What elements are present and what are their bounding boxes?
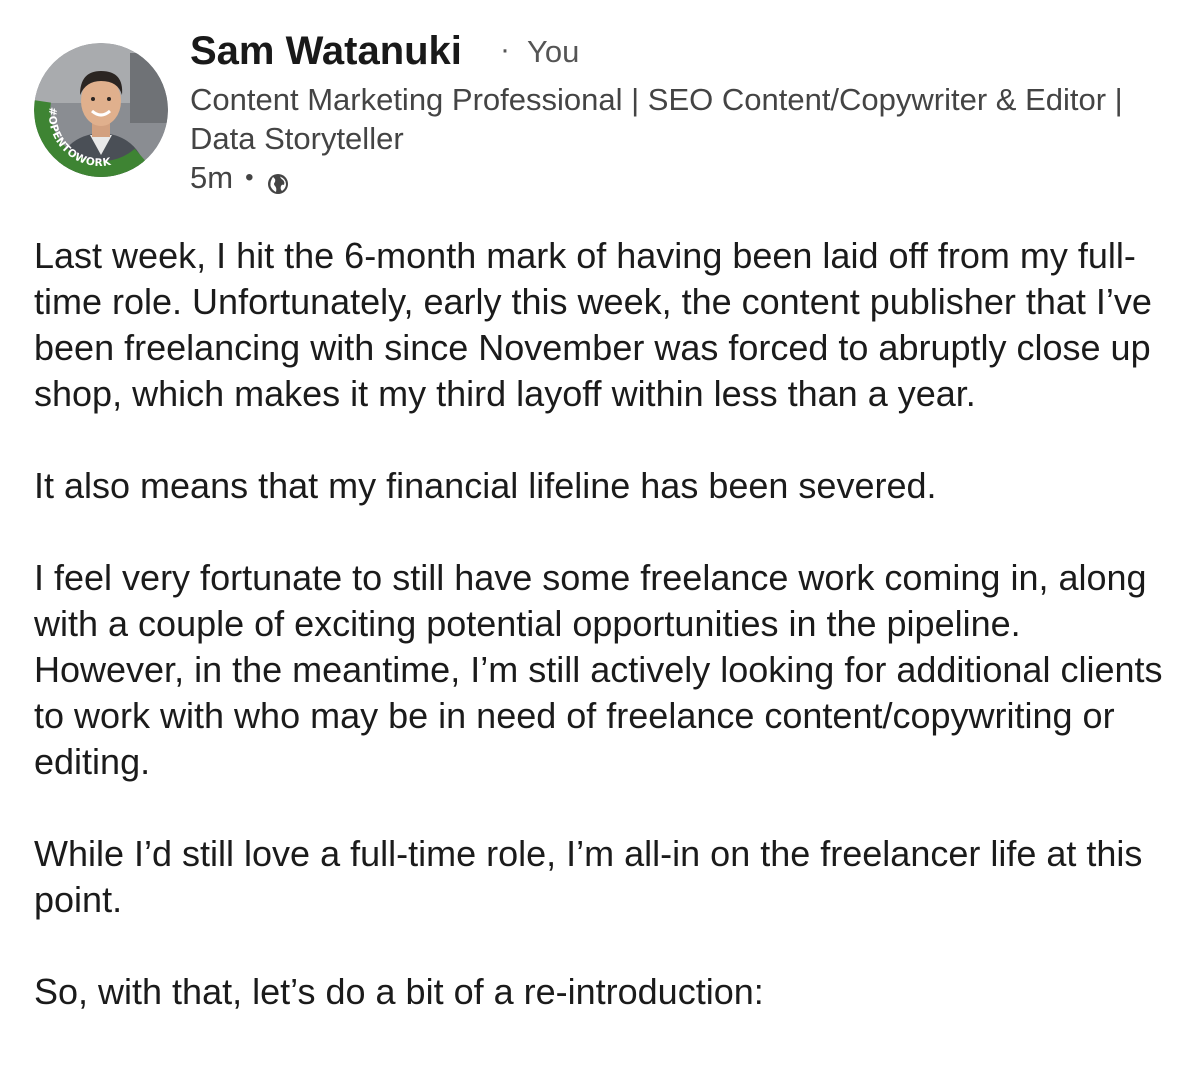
author-headline: Content Marketing Professional | SEO Con… (190, 82, 1123, 156)
post-paragraph: I feel very fortunate to still have some… (34, 557, 1163, 782)
relation-label: You (527, 34, 580, 69)
globe-icon (267, 167, 289, 194)
meta-separator: • (245, 164, 254, 191)
linkedin-post: #OPENTOWORK Sam Watanuki · You Content M… (0, 0, 1200, 1089)
avatar[interactable]: #OPENTOWORK (34, 43, 168, 177)
post-paragraph: Last week, I hit the 6-month mark of hav… (34, 235, 1152, 414)
avatar-image: #OPENTOWORK (34, 43, 168, 177)
post-time: 5m (190, 160, 234, 195)
post-body: Last week, I hit the 6-month mark of hav… (34, 233, 1174, 1061)
post-paragraph: So, with that, let’s do a bit of a re-in… (34, 971, 764, 1012)
post-paragraph: While I’d still love a full-time role, I… (34, 833, 1143, 920)
author-name[interactable]: Sam Watanuki (190, 26, 462, 76)
post-meta: 5m • (190, 160, 289, 196)
name-separator: · (500, 33, 510, 66)
post-paragraph: It also means that my financial lifeline… (34, 465, 937, 506)
